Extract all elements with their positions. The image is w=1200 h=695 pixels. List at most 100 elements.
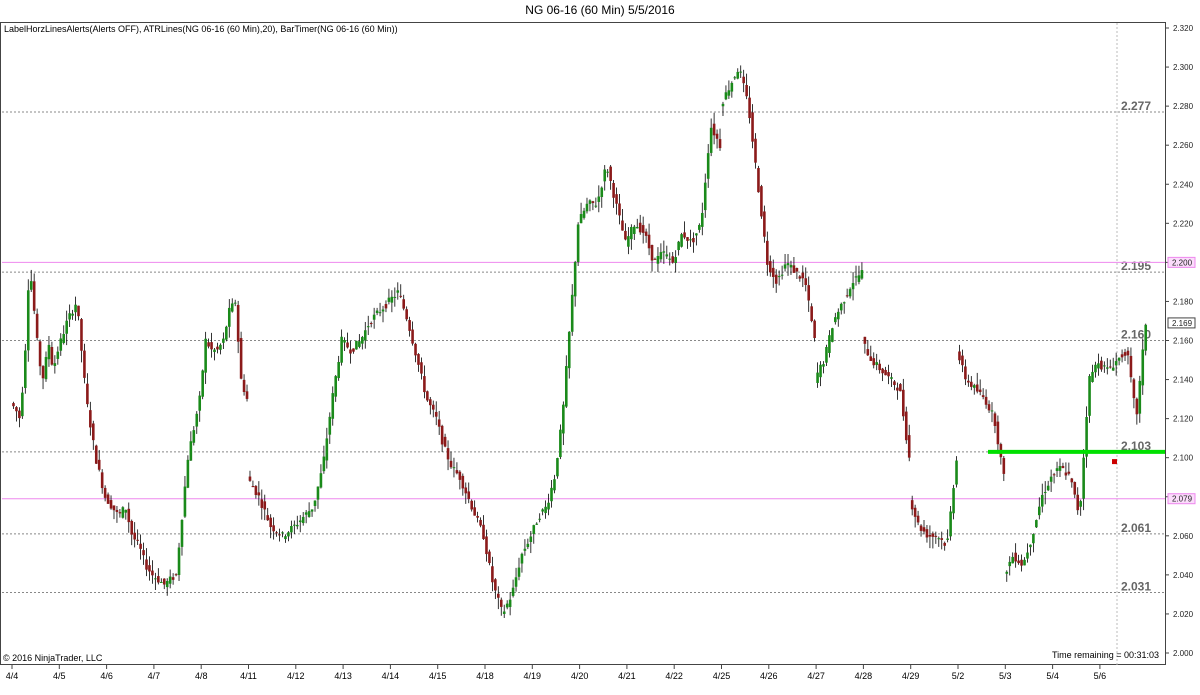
candle-body: [257, 492, 261, 496]
candle-body: [659, 252, 663, 260]
candle-body: [996, 421, 1000, 445]
candle-body: [372, 314, 376, 320]
candle-body: [724, 92, 728, 100]
candle-body: [334, 376, 338, 397]
candle-body: [1052, 474, 1056, 476]
candle-body: [165, 580, 169, 588]
candle-body: [1094, 364, 1097, 373]
x-tick-label: 4/20: [571, 671, 589, 681]
plot-frame: [0, 22, 1166, 665]
candle-body: [1144, 324, 1148, 351]
candle-body: [1061, 465, 1065, 469]
candle-body: [739, 71, 743, 73]
candle-body: [1117, 357, 1121, 361]
candle-body: [836, 311, 840, 320]
candle-body: [978, 389, 982, 393]
candle-body: [1088, 376, 1091, 416]
x-tick-label: 5/2: [952, 671, 965, 681]
candle-body: [1043, 492, 1047, 494]
candle-body: [748, 97, 751, 119]
candle-body: [641, 225, 645, 233]
candle-body: [1046, 485, 1050, 491]
x-tick-label: 4/29: [902, 671, 920, 681]
candle-body: [56, 351, 60, 359]
level-label: 2.031: [1121, 579, 1151, 593]
current-price-label: 2.169: [1172, 319, 1193, 328]
candle-body: [881, 368, 884, 374]
candle-body: [399, 295, 403, 297]
candle-body: [975, 384, 979, 392]
candle-body: [411, 329, 414, 344]
candle-body: [594, 205, 598, 207]
y-tick-label: 2.280: [1173, 102, 1194, 111]
candle-body: [931, 533, 935, 537]
candle-body: [77, 305, 80, 317]
candle-body: [742, 76, 745, 84]
candle-body: [990, 410, 994, 412]
candle-body: [485, 536, 488, 555]
x-tick-label: 5/4: [1046, 671, 1059, 681]
atr-price-label: 2.200: [1172, 258, 1193, 267]
candle-body: [603, 169, 607, 182]
candle-body: [254, 486, 258, 495]
candle-body: [662, 251, 666, 253]
candle-body: [177, 547, 181, 575]
candle-body: [65, 320, 68, 334]
time-remaining-text: Time remaining = 00:31:03: [1052, 650, 1159, 660]
y-tick-label: 2.120: [1173, 415, 1194, 424]
candle-body: [698, 224, 701, 230]
candle-body: [872, 358, 876, 366]
candle-body: [230, 303, 234, 312]
y-tick-label: 2.060: [1173, 532, 1194, 541]
candle-body: [1011, 556, 1014, 564]
candle-body: [695, 233, 698, 236]
candle-body: [556, 458, 559, 477]
candle-body: [700, 212, 704, 227]
candle-body: [1064, 472, 1068, 476]
x-tick-label: 4/25: [713, 671, 731, 681]
candle-body: [683, 232, 686, 238]
candle-body: [393, 296, 397, 298]
candle-body: [780, 274, 784, 276]
candle-body: [910, 500, 914, 510]
x-tick-label: 4/13: [334, 671, 352, 681]
candle-body: [109, 500, 113, 509]
candle-body: [774, 274, 778, 284]
candle-body: [408, 320, 411, 331]
candle-body: [869, 356, 873, 361]
candle-body: [706, 153, 710, 179]
candle-body: [301, 516, 305, 524]
candle-body: [632, 226, 636, 234]
candle-body: [24, 350, 27, 388]
candle-body: [665, 254, 669, 257]
candle-body: [703, 182, 707, 211]
candle-body: [553, 479, 556, 491]
candle-body: [121, 507, 125, 518]
candle-body: [195, 413, 199, 427]
x-tick-label: 5/3: [999, 671, 1012, 681]
candle-body: [18, 410, 21, 419]
candle-body: [1014, 552, 1017, 562]
candle-body: [562, 404, 565, 434]
candle-body: [192, 430, 196, 443]
candle-body: [600, 187, 604, 198]
candle-body: [831, 328, 834, 342]
candle-body: [952, 488, 955, 514]
candle-body: [1073, 482, 1077, 495]
candle-body: [934, 535, 938, 537]
candle-body: [789, 264, 793, 268]
candle-body: [588, 200, 592, 204]
candle-body: [1108, 366, 1112, 368]
x-tick-label: 4/15: [429, 671, 447, 681]
candle-body: [922, 527, 926, 532]
candle-body: [458, 471, 462, 480]
x-tick-label: 4/28: [855, 671, 873, 681]
candle-body: [1002, 458, 1006, 474]
candle-body: [1114, 361, 1118, 366]
candle-body: [290, 526, 293, 533]
candle-body: [248, 476, 252, 481]
candle-body: [293, 524, 296, 526]
candle-body: [461, 475, 465, 489]
candle-body: [15, 407, 18, 412]
candle-body: [505, 603, 509, 608]
